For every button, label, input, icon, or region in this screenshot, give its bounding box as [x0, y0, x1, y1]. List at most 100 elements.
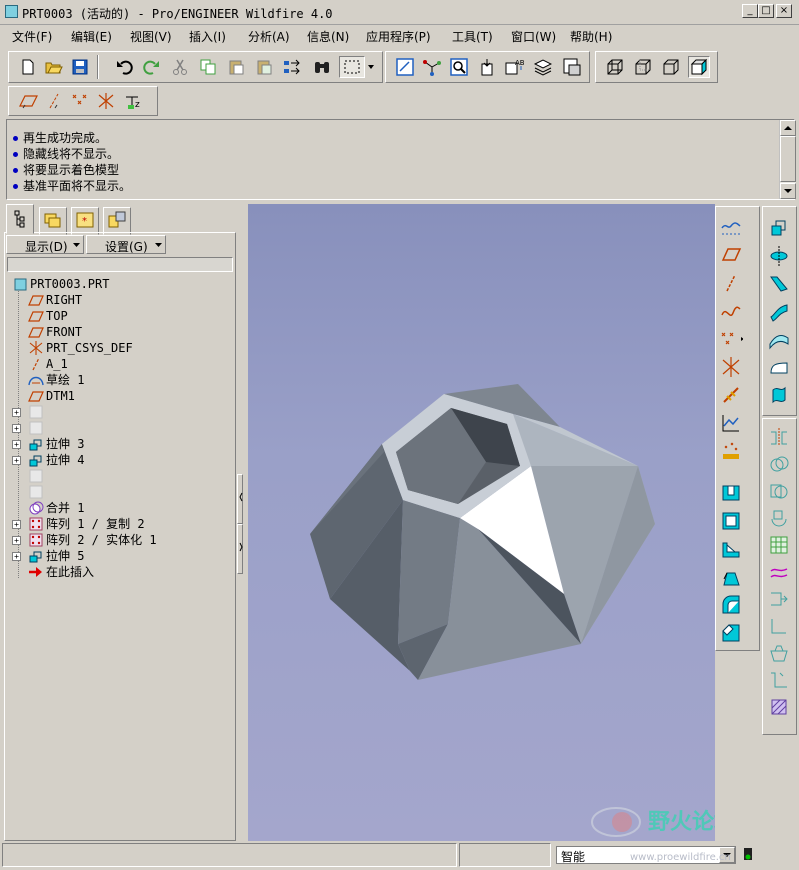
wireframe-button[interactable]	[604, 56, 626, 78]
offset-tool-button[interactable]	[767, 560, 791, 584]
tab-model-tree[interactable]	[6, 204, 34, 234]
no-hidden-button[interactable]	[660, 56, 682, 78]
round-tool-button[interactable]	[719, 593, 743, 617]
axis-icon	[726, 274, 736, 292]
expand-toggle[interactable]: +	[12, 552, 21, 561]
collapse-handle[interactable]	[237, 474, 243, 524]
variable-sweep-button[interactable]	[767, 271, 791, 295]
scroll-thumb[interactable]	[780, 136, 796, 182]
plane-tool-button[interactable]	[719, 243, 743, 267]
open-file-button[interactable]	[43, 56, 65, 78]
new-file-button[interactable]	[17, 56, 39, 78]
show-menu-button[interactable]: 显示(D)	[6, 235, 84, 254]
zoom-window-button[interactable]	[448, 56, 470, 78]
scroll-up-button[interactable]	[780, 120, 796, 136]
spin-center-button[interactable]	[421, 56, 443, 78]
tree-filter-input[interactable]	[7, 257, 233, 272]
menu-help[interactable]: 帮助(H)	[570, 28, 612, 45]
rib-tool-button[interactable]	[719, 537, 743, 561]
expand-handle[interactable]	[237, 524, 243, 574]
title-bar[interactable]: PRT0003 (活动的) - Pro/ENGINEER Wildfire 4.…	[0, 0, 799, 25]
expand-toggle[interactable]: +	[12, 408, 21, 417]
selection-box-button[interactable]	[339, 56, 365, 78]
panel-splitter[interactable]	[236, 204, 246, 841]
find-button[interactable]	[311, 56, 333, 78]
boundary-blend-button[interactable]	[767, 327, 791, 351]
paste-button[interactable]	[225, 56, 247, 78]
point-tool-button[interactable]	[719, 327, 743, 351]
scroll-down-button[interactable]	[780, 183, 796, 199]
annotation-toggle[interactable]: z	[122, 90, 144, 112]
expand-toggle[interactable]: +	[12, 536, 21, 545]
menu-applications[interactable]: 应用程序(P)	[366, 28, 431, 45]
menu-analysis[interactable]: 分析(A)	[248, 28, 290, 45]
redo-button[interactable]	[140, 56, 162, 78]
trim-tool-button[interactable]	[767, 479, 791, 503]
zoom-out-button[interactable]	[476, 56, 498, 78]
close-button[interactable]: ×	[776, 4, 792, 18]
message-scrollbar[interactable]	[779, 120, 796, 199]
csys-tool-button[interactable]	[719, 355, 743, 379]
extrude-tool-button[interactable]	[767, 215, 791, 239]
ref-feature-button[interactable]	[719, 439, 743, 463]
hidden-line-button[interactable]	[632, 56, 654, 78]
revolve-tool-button[interactable]	[767, 243, 791, 267]
refit-button[interactable]: AB	[503, 56, 525, 78]
merge-tool-button[interactable]	[767, 452, 791, 476]
settings-menu-button[interactable]: 设置(G)	[86, 235, 166, 254]
axis-tool-button[interactable]	[719, 271, 743, 295]
minimize-button[interactable]: _	[742, 4, 758, 18]
redraw-button[interactable]	[394, 56, 416, 78]
intersect-tool-button[interactable]	[767, 641, 791, 665]
project-tool-button[interactable]	[767, 668, 791, 692]
copy-button[interactable]	[197, 56, 219, 78]
thicken-tool-button[interactable]	[767, 587, 791, 611]
menu-window[interactable]: 窗口(W)	[511, 28, 556, 45]
graph-tool-button[interactable]	[719, 411, 743, 435]
maximize-button[interactable]: □	[758, 4, 774, 18]
layers-button[interactable]	[532, 56, 554, 78]
csys-icon	[722, 357, 740, 377]
analysis-feature-button[interactable]	[719, 383, 743, 407]
menu-edit[interactable]: 编辑(E)	[71, 28, 112, 45]
pattern-tool-button[interactable]	[767, 533, 791, 557]
expand-toggle[interactable]: +	[12, 456, 21, 465]
expand-toggle[interactable]: +	[12, 424, 21, 433]
graphics-window[interactable]: 野火论坛	[248, 204, 715, 841]
warp-tool-button[interactable]	[767, 383, 791, 407]
tab-connections[interactable]	[103, 207, 131, 235]
chamfer-tool-button[interactable]	[719, 621, 743, 645]
paste-special-button[interactable]	[253, 56, 275, 78]
datum-points-toggle[interactable]	[69, 90, 91, 112]
tab-favorites[interactable]: *	[71, 207, 99, 235]
menu-view[interactable]: 视图(V)	[130, 28, 172, 45]
datum-planes-toggle[interactable]	[17, 90, 39, 112]
datum-axes-toggle[interactable]	[43, 90, 65, 112]
save-button[interactable]	[69, 56, 91, 78]
regenerate-button[interactable]	[281, 56, 303, 78]
menu-file[interactable]: 文件(F)	[12, 28, 52, 45]
shell-tool-button[interactable]	[719, 509, 743, 533]
shading-button[interactable]	[688, 56, 710, 78]
undo-button[interactable]	[114, 56, 136, 78]
cosmetic-sketch-button[interactable]	[767, 695, 791, 719]
expand-toggle[interactable]: +	[12, 520, 21, 529]
cut-button[interactable]	[169, 56, 191, 78]
menu-insert[interactable]: 插入(I)	[189, 28, 226, 45]
expand-toggle[interactable]: +	[12, 440, 21, 449]
extend-tool-button[interactable]	[767, 506, 791, 530]
view-manager-button[interactable]	[561, 56, 583, 78]
style-tool-button[interactable]	[767, 355, 791, 379]
tab-folder-browser[interactable]	[39, 207, 67, 235]
datum-plane-tool-button[interactable]	[719, 215, 743, 239]
curve-tool-button[interactable]	[719, 299, 743, 323]
selection-dropdown[interactable]	[365, 56, 377, 78]
blend-tool-button[interactable]	[767, 299, 791, 323]
menu-info[interactable]: 信息(N)	[307, 28, 349, 45]
solidify-tool-button[interactable]	[767, 614, 791, 638]
menu-tools[interactable]: 工具(T)	[452, 28, 493, 45]
hole-tool-button[interactable]	[719, 481, 743, 505]
draft-tool-button[interactable]	[719, 565, 743, 589]
mirror-tool-button[interactable]	[767, 425, 791, 449]
csys-toggle[interactable]	[95, 90, 117, 112]
